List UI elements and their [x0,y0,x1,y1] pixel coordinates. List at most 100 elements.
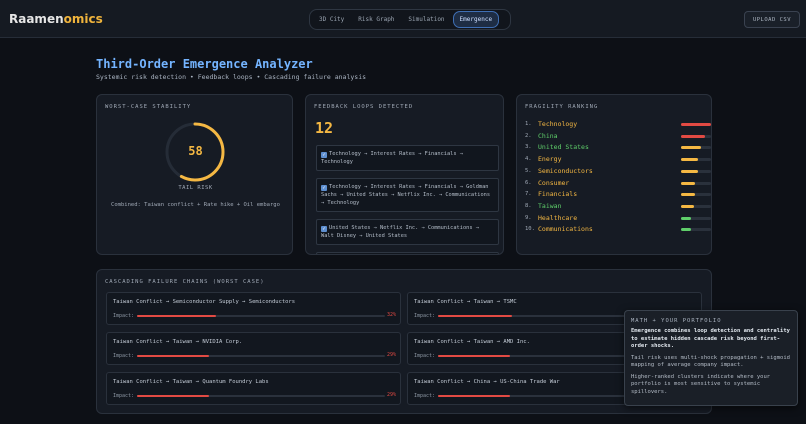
rank-bar [681,181,711,185]
rank-bar-fill [681,181,696,185]
rank-name: Taiwan [538,201,562,210]
cascade-heading: CASCADING FAILURE CHAINS (WORST CASE) [105,279,265,285]
rank-name: Consumer [538,178,570,187]
tooltip-heading: MATH + YOUR PORTFOLIO [631,318,722,324]
rank-bar [681,169,711,173]
fragility-row[interactable]: 5. Semiconductors [525,166,711,177]
fragility-row[interactable]: 1. Technology [525,120,711,130]
rank-number: 6. [525,179,532,186]
rank-bar [681,204,711,208]
tail-risk-label: TAIL RISK [178,185,213,191]
chain-path: Taiwan Conflict → Taiwan → NVIDIA Corp. [113,339,243,345]
stability-value: 58 [188,144,203,158]
impact-percent: 29% [387,352,397,358]
tab-simulation[interactable]: Simulation [402,12,450,27]
fragility-row[interactable]: 3. United States [525,143,711,153]
impact-bar-fill [137,315,217,317]
rank-bar [681,193,711,197]
rank-bar-fill [681,193,695,197]
rank-number: 1. [525,121,532,127]
rank-number: 5. [525,167,532,174]
loop-list: ✓ Technology → Interest Rates → Financial… [316,145,499,254]
upload-csv-button[interactable]: UPLOAD CSV [744,11,800,28]
tooltip-para-2: Tail risk uses multi-shock propagation +… [631,354,790,369]
chain-path: Taiwan Conflict → Semiconductor Supply →… [113,299,296,305]
impact-bar [137,355,385,357]
rank-number: 2. [525,132,532,139]
tab-3d-city[interactable]: 3D City [313,12,350,27]
rank-bar-fill [681,169,698,173]
rank-bar-fill [681,228,691,232]
loops-heading: FEEDBACK LOOPS DETECTED [314,104,414,110]
fragility-row[interactable]: 7. Financials [525,190,711,200]
rank-number: 9. [525,214,532,221]
impact-bar [137,395,385,397]
rank-bar [681,134,711,138]
rank-number: 7. [525,191,532,198]
rank-name: United States [538,143,589,152]
impact-bar-fill [438,355,510,357]
loop-count: 12 [315,119,334,137]
rank-bar [681,146,711,150]
check-icon: ✓ [321,152,327,158]
loop-item[interactable]: ✓ Technology → Interest Rates → Financial… [316,145,499,171]
loop-text: Technology → Interest Rates → Financials… [321,151,463,165]
chain-path: Taiwan Conflict → Taiwan → Quantum Found… [113,379,269,385]
rank-name: Technology [538,120,578,128]
stability-card: WORST-CASE STABILITY 58 TAIL RISK Combin… [96,94,293,255]
feedback-loops-card: FEEDBACK LOOPS DETECTED 12 ✓ Technology →… [305,94,504,255]
rank-name: Financials [538,190,578,199]
impact-percent: 29% [387,392,397,398]
loop-item-partial[interactable] [316,252,499,254]
loop-text: Technology → Interest Rates → Financials… [321,184,491,206]
impact-label: Impact: [414,393,436,399]
fragility-row[interactable]: 6. Consumer [525,178,711,189]
rank-number: 10. [525,226,535,233]
impact-label: Impact: [113,353,135,359]
brand-highlight: omics [63,12,103,26]
impact-bar [137,315,385,317]
impact-bar-fill [438,395,510,397]
rank-bar-fill [681,204,694,208]
combined-scenario: Combined: Taiwan conflict + Rate hike + … [111,202,280,208]
impact-percent: 32% [387,312,397,318]
rank-name: Communications [538,225,593,234]
impact-label: Impact: [113,313,135,319]
rank-name: Healthcare [538,213,578,222]
rank-bar [681,123,711,126]
loop-item[interactable]: ✓ United States → Netflix Inc. → Communic… [316,219,499,245]
fragility-row[interactable]: 2. China [525,132,711,142]
rank-name: Energy [538,155,562,164]
fragility-heading: FRAGILITY RANKING [525,104,599,110]
tab-risk-graph[interactable]: Risk Graph [352,12,400,27]
fragility-row[interactable]: 10. Communications [525,225,711,235]
rank-bar-fill [681,146,702,150]
chain-path: Taiwan Conflict → Taiwan → TSMC [414,299,517,305]
rank-bar [681,228,711,232]
impact-label: Impact: [414,313,436,319]
rank-name: Semiconductors [538,166,593,175]
chain-path: Taiwan Conflict → Taiwan → AMD Inc. [414,339,530,345]
chain-path: Taiwan Conflict → China → US-China Trade… [414,379,560,385]
fragility-card: FRAGILITY RANKING 1. Technology 2. China 3. U… [516,94,712,255]
cascade-chain[interactable]: Taiwan Conflict → Semiconductor Supply →… [106,292,401,325]
fragility-row[interactable]: 9. Healthcare [525,213,711,224]
impact-bar-fill [438,315,513,317]
view-tabs: 3D City Risk Graph Simulation Emergence [309,9,511,30]
fragility-row[interactable]: 4. Energy [525,155,711,165]
cascade-chain[interactable]: Taiwan Conflict → Taiwan → NVIDIA Corp. I… [106,332,401,365]
brand-logo[interactable]: Raamenomics [9,12,103,26]
tooltip-para-3: Higher-ranked clusters indicate where yo… [631,373,771,395]
stability-heading: WORST-CASE STABILITY [105,104,192,110]
fragility-row[interactable]: 8. Taiwan [525,201,711,212]
check-icon: ✓ [321,226,327,232]
rank-number: 3. [525,144,532,151]
tab-emergence[interactable]: Emergence [452,11,500,28]
loop-item[interactable]: ✓ Technology → Interest Rates → Financial… [316,178,499,212]
rank-bar-fill [681,158,699,162]
rank-bar-fill [681,123,711,126]
rank-bar-fill [681,216,691,220]
cascade-card: CASCADING FAILURE CHAINS (WORST CASE) Ta… [96,269,712,414]
top-bar: Raamenomics 3D City Risk Graph Simulatio… [0,0,806,38]
cascade-chain[interactable]: Taiwan Conflict → Taiwan → Quantum Found… [106,372,401,405]
